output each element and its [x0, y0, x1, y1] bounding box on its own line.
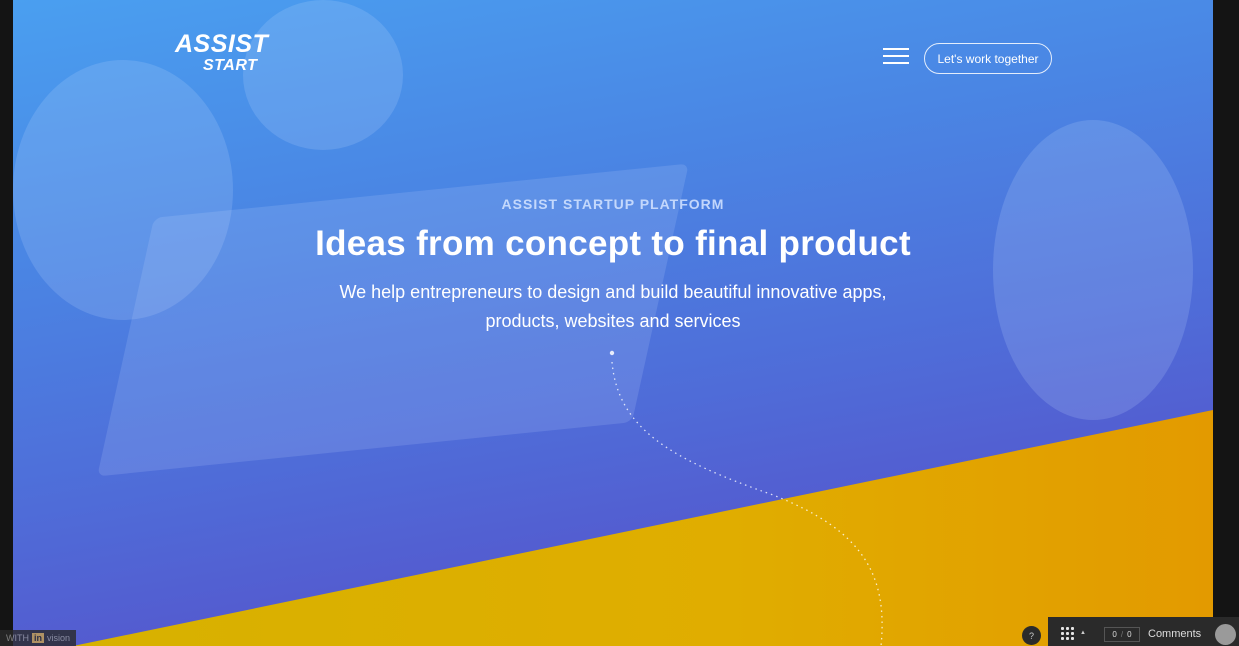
grid-icon[interactable]: ▲	[1060, 626, 1086, 642]
caret-up-icon: ▲	[1080, 630, 1086, 636]
invision-logo-badge: in	[32, 633, 44, 643]
assist-start-logo[interactable]: ASSIST START	[175, 30, 275, 78]
comments-button[interactable]: Comments	[1148, 628, 1201, 640]
invision-toolbar: ▲ 0 / 0 Comments	[1048, 617, 1239, 646]
hero-kicker: ASSIST STARTUP PLATFORM	[501, 196, 725, 212]
page: ASSIST START Let's work together ASSIST …	[0, 0, 1239, 646]
counter-current: 0	[1112, 630, 1117, 639]
lets-work-together-button[interactable]: Let's work together	[924, 43, 1052, 74]
invision-watermark[interactable]: WITH in vision	[0, 630, 77, 646]
hamburger-icon[interactable]	[883, 48, 909, 68]
help-button[interactable]: ?	[1022, 626, 1041, 645]
watermark-brand: vision	[47, 633, 71, 643]
avatar[interactable]	[1215, 624, 1236, 645]
hero-headline: Ideas from concept to final product	[315, 224, 911, 263]
logo-line-2: START	[203, 57, 258, 74]
hero-section: ASSIST START Let's work together ASSIST …	[13, 0, 1213, 646]
logo-line-1: ASSIST	[175, 30, 269, 58]
hero-subtitle: We help entrepreneurs to design and buil…	[339, 282, 887, 331]
watermark-prefix: WITH	[6, 633, 29, 643]
counter-total: 0	[1127, 630, 1132, 639]
screen-counter: 0 / 0	[1104, 627, 1140, 642]
